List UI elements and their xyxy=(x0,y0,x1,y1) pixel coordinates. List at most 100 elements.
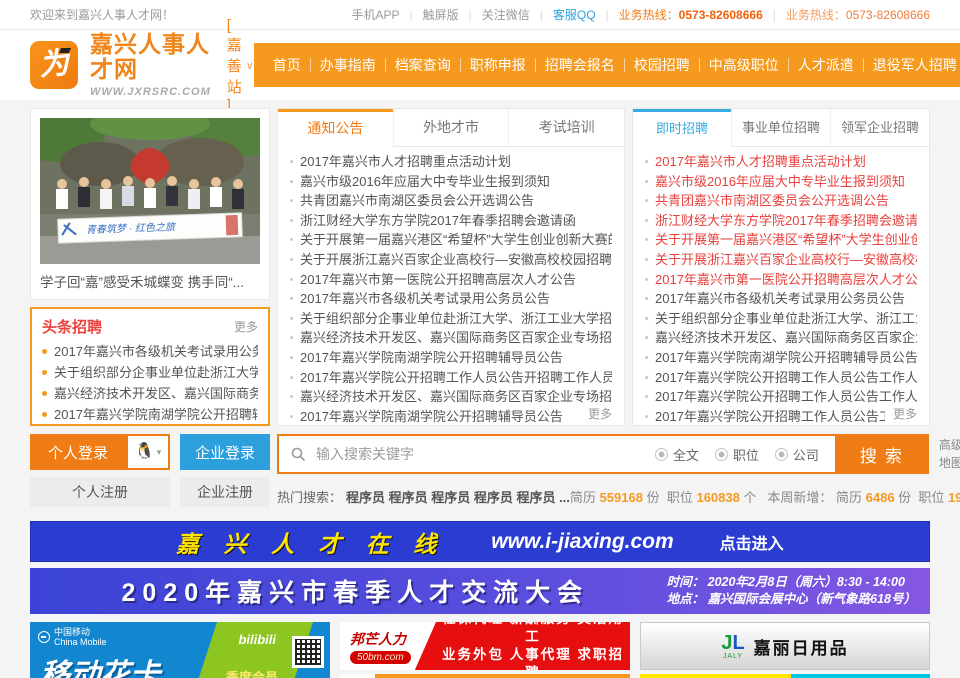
tab-leading-enterprise[interactable]: 领军企业招聘 xyxy=(830,109,929,146)
site-logo-icon[interactable]: 为 xyxy=(30,41,78,89)
scope-company[interactable]: 公司 xyxy=(775,445,819,464)
list-item[interactable]: 2017年嘉兴市第一医院公开招聘高层次人才公告 xyxy=(645,270,917,290)
list-item[interactable]: 共青团嘉兴市南湖区委员会公开选调公告 xyxy=(290,191,612,211)
site-brand[interactable]: 嘉兴人事人才网 WWW.JXRSRC.COM xyxy=(90,32,211,98)
hot-search-terms[interactable]: 程序员 程序员 程序员 程序员 程序员 ... xyxy=(346,487,570,506)
scope-fulltext[interactable]: 全文 xyxy=(655,445,699,464)
list-item[interactable]: 2017年嘉兴市各级机关考试录用公务... xyxy=(42,341,258,362)
site-url: WWW.JXRSRC.COM xyxy=(90,86,211,98)
nav-senior-jobs[interactable]: 中高级职位 xyxy=(700,55,788,75)
banner-jiaxing-talent-online[interactable]: 嘉 兴 人 才 在 线 www.i-jiaxing.com 点击进入 xyxy=(30,521,930,562)
tab-exam-training[interactable]: 考试培训 xyxy=(508,109,624,146)
station-selector[interactable]: [ 嘉善站 ] ∨ xyxy=(227,17,254,114)
list-item[interactable]: 嘉兴经济技术开发区、嘉兴国际商务区百家企业专场招聘会公告 xyxy=(290,387,612,407)
list-item[interactable]: 2017年嘉兴学院公开招聘工作人员公告工作人员... xyxy=(645,387,917,407)
link-mobile-app[interactable]: 手机APP xyxy=(351,6,399,23)
site-title: 嘉兴人事人才网 xyxy=(90,32,211,83)
tab-public-institution[interactable]: 事业单位招聘 xyxy=(731,109,830,146)
main-nav: 首页 办事指南 档案查询 职称申报 招聘会报名 校园招聘 中高级职位 人才派遣 … xyxy=(254,43,960,87)
map-search-link[interactable]: 地图搜索 xyxy=(939,454,960,472)
banner2-place: 地点： 嘉兴国际会展中心（新气象路618号） xyxy=(667,592,916,606)
next-ad-strip xyxy=(640,674,930,678)
link-qq-service[interactable]: 客服QQ xyxy=(553,6,596,23)
list-item[interactable]: 2017年嘉兴市人才招聘重点活动计划 xyxy=(290,152,612,172)
list-item[interactable]: 2017年嘉兴学院公开招聘工作人员公告开招聘工作人员公告开... xyxy=(290,368,612,388)
list-item[interactable]: 2017年嘉兴学院公开招聘工作人员公告工作人员... xyxy=(645,368,917,388)
enterprise-register-button[interactable]: 企业注册 xyxy=(180,477,270,507)
search-icon xyxy=(291,447,306,462)
enterprise-login-button[interactable]: 企业登录 xyxy=(180,434,270,470)
notice-more-link[interactable]: 更多 xyxy=(580,405,614,422)
list-item[interactable]: 关于组织部分企事业单位赴浙江大学、浙江工业大... xyxy=(645,309,917,329)
qq-login-dropdown[interactable]: 🐧 ▾ xyxy=(126,434,170,470)
list-item[interactable]: 嘉兴经济技术开发区、嘉兴国际商务区百家企业专... xyxy=(645,328,917,348)
scope-fulltext-radio[interactable] xyxy=(655,448,668,461)
tab-notices[interactable]: 通知公告 xyxy=(278,109,393,147)
recruit-list: 2017年嘉兴市人才招聘重点活动计划 嘉兴市级2016年应届大中专毕业生报到须知… xyxy=(633,147,929,426)
list-item[interactable]: 关于开展第一届嘉兴港区“希望杯”大学生创业创... xyxy=(645,230,917,250)
recruit-more-link[interactable]: 更多 xyxy=(885,405,919,422)
ad-bangmang-hr[interactable]: 邦芒人力 50bm.com 社保代理 薪酬服务 灵活用工业务外包 人事代理 求职… xyxy=(340,622,630,670)
divider: | xyxy=(409,8,412,22)
divider: | xyxy=(540,8,543,22)
qr-code xyxy=(292,636,324,668)
chevron-down-icon: ∨ xyxy=(246,59,254,72)
list-item[interactable]: 浙江财经大学东方学院2017年春季招聘会邀请函 xyxy=(645,211,917,231)
list-item[interactable]: 嘉兴市级2016年应届大中专毕业生报到须知 xyxy=(290,172,612,192)
list-item[interactable]: 浙江财经大学东方学院2017年春季招聘会邀请函 xyxy=(290,211,612,231)
nav-home[interactable]: 首页 xyxy=(264,55,310,75)
list-item[interactable]: 2017年嘉兴学院南湖学院公开招聘辅导员公告 xyxy=(290,407,612,426)
news-photo[interactable]: 青春筑梦 · 红色之旅 xyxy=(40,118,260,264)
headline-more-link[interactable]: 更多 xyxy=(234,318,258,335)
nav-title-declare[interactable]: 职称申报 xyxy=(461,55,535,75)
recruit-tabs: 即时招聘 事业单位招聘 领军企业招聘 xyxy=(633,109,929,147)
hot-search-row: 热门搜索： 程序员 程序员 程序员 程序员 程序员 ... 简历 559168 … xyxy=(277,487,960,506)
personal-register-button[interactable]: 个人注册 xyxy=(30,477,170,507)
scope-position-radio[interactable] xyxy=(715,448,728,461)
list-item[interactable]: 关于开展浙江嘉兴百家企业高校行—安徽高校校园... xyxy=(645,250,917,270)
list-item[interactable]: 2017年嘉兴市第一医院公开招聘高层次人才公告 xyxy=(290,270,612,290)
list-item[interactable]: 2017年嘉兴市各级机关考试录用公务员公告 xyxy=(645,289,917,309)
list-item[interactable]: 关于组织部分企事业单位赴浙江大学、浙江工业大学招聘人才的... xyxy=(290,309,612,329)
advanced-search-link[interactable]: 高级搜索 xyxy=(939,436,960,454)
link-touch-version[interactable]: 触屏版 xyxy=(423,6,459,23)
list-item[interactable]: 2017年嘉兴学院公开招聘工作人员公告工作... xyxy=(645,407,917,426)
list-item[interactable]: 关于开展浙江嘉兴百家企业高校行—安徽高校校园招聘活动的通... xyxy=(290,250,612,270)
personal-login-button[interactable]: 个人登录 xyxy=(30,434,126,470)
nav-campus-recruit[interactable]: 校园招聘 xyxy=(625,55,699,75)
list-item[interactable]: 嘉兴市级2016年应届大中专毕业生报到须知 xyxy=(645,172,917,192)
jaly-logo-icon: JL JALY xyxy=(721,633,744,660)
nav-veteran-recruit[interactable]: 退役军人招聘 xyxy=(864,55,960,75)
nav-archive-search[interactable]: 档案查询 xyxy=(386,55,460,75)
list-item[interactable]: 2017年嘉兴市人才招聘重点活动计划 xyxy=(645,152,917,172)
bangmang-name: 邦芒人力 xyxy=(350,629,406,649)
list-item[interactable]: 共青团嘉兴市南湖区委员会公开选调公告 xyxy=(645,191,917,211)
tab-instant-recruit[interactable]: 即时招聘 xyxy=(633,109,731,147)
list-item[interactable]: 关于组织部分企事业单位赴浙江大学... xyxy=(42,362,258,383)
divider: | xyxy=(469,8,472,22)
ad-jaly[interactable]: JL JALY 嘉丽日用品 xyxy=(640,622,930,670)
headline-title: 头条招聘 xyxy=(42,316,102,337)
nav-talent-dispatch[interactable]: 人才派遣 xyxy=(789,55,863,75)
scope-position[interactable]: 职位 xyxy=(715,445,759,464)
scope-company-radio[interactable] xyxy=(775,448,788,461)
photo-caption[interactable]: 学子回“嘉”感受禾城蝶变 携手同“... xyxy=(40,271,260,291)
search-button[interactable]: 搜索 xyxy=(837,434,929,474)
next-ad-strip xyxy=(340,674,630,678)
list-item[interactable]: 2017年嘉兴学院南湖学院公开招聘辅... xyxy=(42,404,258,425)
banner-spring-jobfair[interactable]: 2020年嘉兴市春季人才交流大会 时间： 2020年2月8日（周六）8:30 -… xyxy=(30,568,930,614)
link-wechat[interactable]: 关注微信 xyxy=(482,6,530,23)
list-item[interactable]: 嘉兴经济技术开发区、嘉兴国际商务区百家企业专场招聘会公告 xyxy=(290,328,612,348)
list-item[interactable]: 2017年嘉兴学院南湖学院公开招聘辅导员公告 xyxy=(290,348,612,368)
tab-outside-market[interactable]: 外地才市 xyxy=(393,109,509,146)
login-panel: 个人登录 🐧 ▾ 企业登录 个人注册 企业注册 xyxy=(30,434,270,507)
bangmang-services: 社保代理 薪酬服务 灵活用工业务外包 人事代理 求职招聘 xyxy=(436,622,630,670)
nav-guide[interactable]: 办事指南 xyxy=(311,55,385,75)
list-item[interactable]: 关于开展第一届嘉兴港区“希望杯”大学生创业创新大赛的通知 xyxy=(290,230,612,250)
ad-china-mobile[interactable]: 中国移动China Mobile bilibili 季度会员 移动花卡 xyxy=(30,622,330,678)
list-item[interactable]: 2017年嘉兴市各级机关考试录用公务员公告 xyxy=(290,289,612,309)
search-input[interactable] xyxy=(314,445,655,463)
nav-jobfair-signup[interactable]: 招聘会报名 xyxy=(536,55,624,75)
list-item[interactable]: 嘉兴经济技术开发区、嘉兴国际商务... xyxy=(42,383,258,404)
list-item[interactable]: 2017年嘉兴学院南湖学院公开招聘辅导员公告 xyxy=(645,348,917,368)
